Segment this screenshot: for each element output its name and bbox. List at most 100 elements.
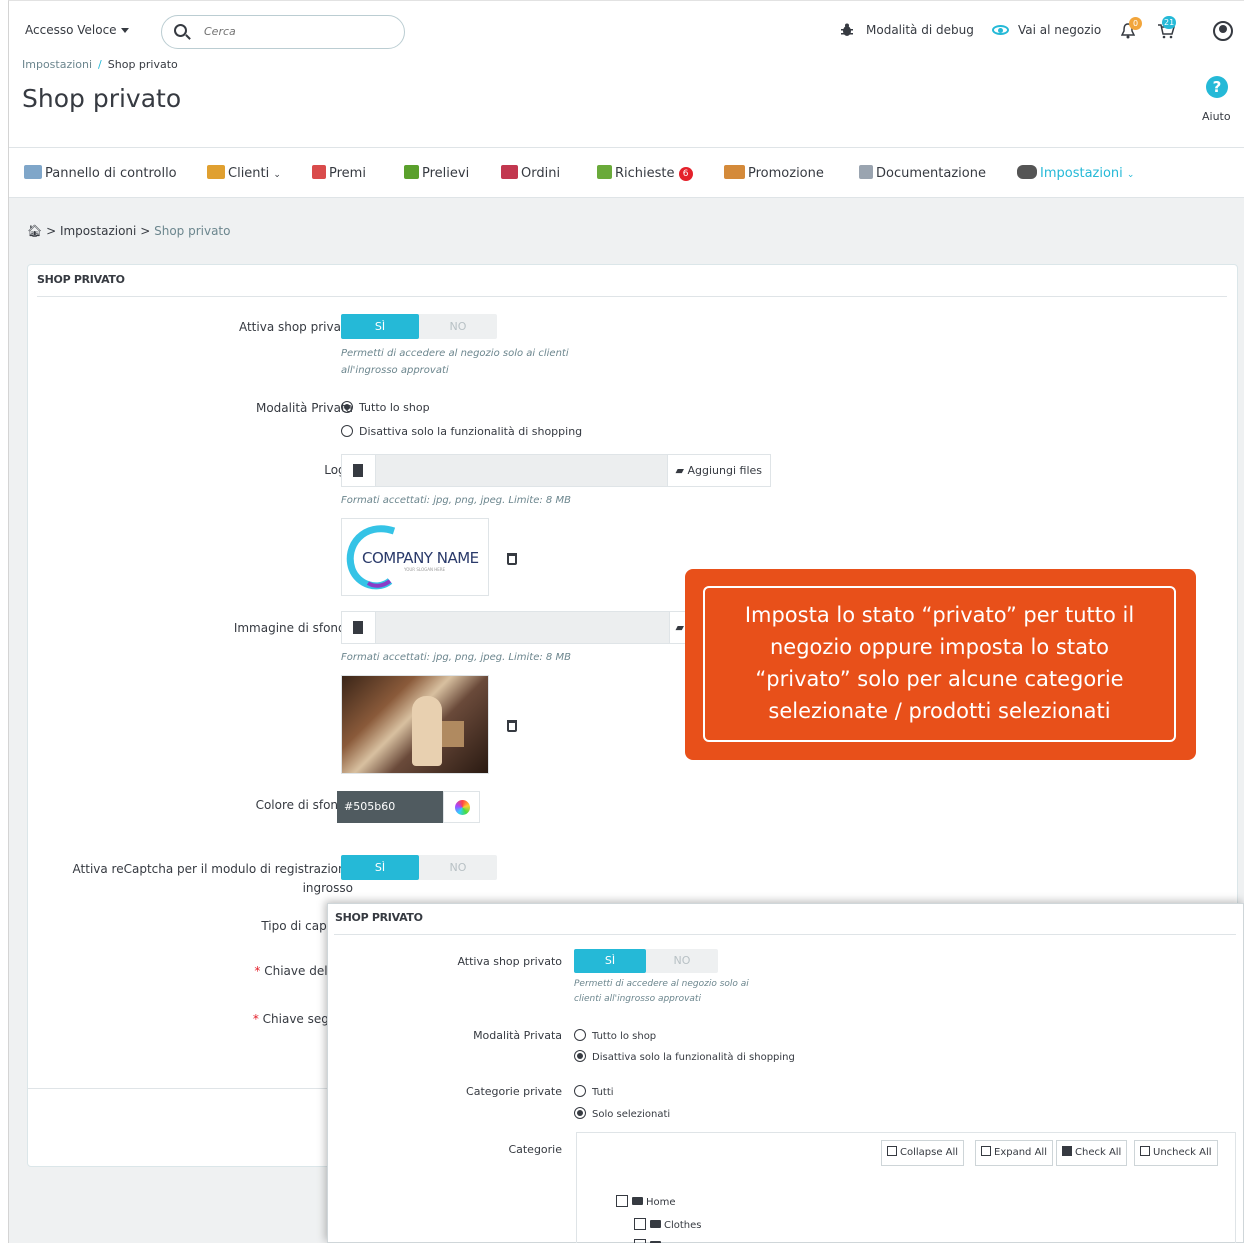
overlay-enable-switch[interactable]: SÌ NO bbox=[574, 949, 718, 973]
overlay-mode-radio-shopping[interactable]: Disattiva solo la funzionalità di shoppi… bbox=[574, 1050, 795, 1063]
expand-all-button[interactable]: Expand All bbox=[975, 1140, 1053, 1166]
top-bar: Accesso Veloce Modalità di debug Vai al … bbox=[9, 1, 1244, 51]
nav-item-settings[interactable]: Impostazioni ⌄ bbox=[1017, 165, 1134, 181]
search-input[interactable] bbox=[204, 25, 384, 38]
switch-yes[interactable]: SÌ bbox=[574, 949, 646, 973]
trash-icon[interactable] bbox=[507, 553, 517, 565]
recaptcha-switch[interactable]: SÌ NO bbox=[341, 855, 497, 880]
overlay-mode-radio-all[interactable]: Tutto lo shop bbox=[574, 1029, 656, 1042]
customers-icon bbox=[207, 165, 225, 179]
breadcrumb-current: Shop privato bbox=[107, 58, 178, 71]
user-account-icon[interactable] bbox=[1213, 21, 1233, 41]
breadcrumb-separator: / bbox=[98, 58, 102, 71]
expand-icon bbox=[981, 1146, 991, 1156]
callout-box: Imposta lo stato “privato” per tutto il … bbox=[685, 569, 1196, 760]
nav-item-requests[interactable]: Richieste 6 bbox=[597, 165, 693, 181]
crumb-current: Shop privato bbox=[154, 224, 231, 238]
eye-icon bbox=[992, 25, 1009, 35]
callout-line: “privato” solo per alcune categorie bbox=[755, 667, 1124, 691]
switch-yes[interactable]: SÌ bbox=[341, 314, 419, 339]
overlay-cat-radio-all[interactable]: Tutti bbox=[574, 1085, 614, 1098]
module-nav: Pannello di controllo Clienti ⌄ Premi Pr… bbox=[9, 148, 1244, 198]
enable-private-switch[interactable]: SÌ NO bbox=[341, 314, 497, 339]
logo-slogan: YOUR SLOGAN HERE bbox=[404, 567, 446, 572]
collapse-icon bbox=[887, 1146, 897, 1156]
notification-badge: 0 bbox=[1129, 17, 1142, 30]
nav-item-documentation[interactable]: Documentazione bbox=[859, 165, 986, 181]
nav-label: Ordini bbox=[521, 166, 561, 181]
switch-yes[interactable]: SÌ bbox=[341, 855, 419, 880]
checkbox[interactable] bbox=[634, 1239, 646, 1243]
quick-access-menu[interactable]: Accesso Veloce bbox=[25, 23, 129, 37]
nav-item-customers[interactable]: Clienti ⌄ bbox=[207, 165, 281, 181]
crumb-settings-link[interactable]: Impostazioni bbox=[60, 224, 136, 238]
tree-node-clothes[interactable]: Clothes bbox=[634, 1218, 702, 1231]
overlay-panel: SHOP PRIVATO Attiva shop privato SÌ NO P… bbox=[327, 903, 1244, 1243]
rewards-icon bbox=[312, 165, 326, 179]
overlay-mode-label: Modalità Privata bbox=[473, 1029, 562, 1042]
hint-line: all'ingrosso approvati bbox=[341, 365, 449, 376]
switch-no[interactable]: NO bbox=[646, 949, 718, 973]
recaptcha-label-line: Attiva reCaptcha per il modulo di regist… bbox=[72, 862, 353, 876]
hint-line: Permetti di accedere al negozio solo ai bbox=[574, 979, 749, 989]
file-icon bbox=[342, 612, 376, 643]
add-files-button[interactable]: ▰ Aggiungi files bbox=[666, 455, 770, 486]
color-picker-button[interactable] bbox=[443, 791, 480, 823]
switch-no[interactable]: NO bbox=[419, 855, 497, 880]
nav-item-rewards[interactable]: Premi bbox=[312, 165, 366, 181]
radio-selected-icon bbox=[341, 401, 353, 413]
recaptcha-label-line: ingrosso bbox=[302, 881, 353, 895]
breadcrumb-parent-link[interactable]: Impostazioni bbox=[22, 58, 92, 71]
nav-item-dashboard[interactable]: Pannello di controllo bbox=[24, 165, 177, 181]
uncheck-all-button[interactable]: Uncheck All bbox=[1134, 1140, 1218, 1166]
radio-selected-icon bbox=[574, 1050, 586, 1062]
nav-label: Richieste bbox=[615, 166, 675, 181]
nav-label: Premi bbox=[329, 166, 366, 181]
bug-icon bbox=[841, 23, 853, 36]
tree-node-partial[interactable] bbox=[634, 1239, 664, 1243]
bg-formats-hint: Formati accettati: jpg, png, jpeg. Limit… bbox=[341, 652, 571, 663]
orders-badge: 21 bbox=[1162, 16, 1177, 29]
folder-open-icon bbox=[632, 1197, 643, 1205]
bg-color-input[interactable]: #505b60 bbox=[337, 791, 443, 823]
folder-icon: ▰ bbox=[675, 464, 684, 477]
bg-image-label: Immagine di sfondo bbox=[233, 621, 353, 635]
nav-item-orders[interactable]: Ordini bbox=[501, 165, 560, 181]
color-wheel-icon bbox=[455, 800, 470, 815]
view-shop-link[interactable]: Vai al negozio bbox=[1018, 23, 1101, 37]
collapse-all-button[interactable]: Collapse All bbox=[881, 1140, 965, 1166]
nav-item-promotion[interactable]: Promozione bbox=[724, 165, 824, 181]
radio-icon bbox=[574, 1029, 586, 1041]
logo-file-input[interactable]: ▰ Aggiungi files bbox=[341, 454, 771, 487]
bg-image-file-input[interactable]: ▰ bbox=[341, 611, 691, 644]
help-label[interactable]: Aiuto bbox=[1202, 110, 1231, 123]
home-icon[interactable]: 🏠︎ bbox=[27, 224, 42, 238]
callout-text: Imposta lo stato “privato” per tutto il … bbox=[703, 586, 1176, 742]
overlay-categories-private-label: Categorie private bbox=[466, 1085, 562, 1098]
checkbox[interactable] bbox=[616, 1195, 628, 1207]
trash-icon[interactable] bbox=[507, 720, 517, 732]
nav-item-withdrawals[interactable]: Prelievi bbox=[404, 165, 469, 181]
tree-node-home[interactable]: Home bbox=[616, 1195, 676, 1208]
checked-icon bbox=[1062, 1146, 1072, 1156]
mode-radio-shopping[interactable]: Disattiva solo la funzionalità di shoppi… bbox=[341, 425, 582, 438]
debug-mode-link[interactable]: Modalità di debug bbox=[866, 23, 974, 37]
radio-label: Disattiva solo la funzionalità di shoppi… bbox=[359, 425, 583, 438]
tree-label: Home bbox=[646, 1197, 676, 1208]
switch-no[interactable]: NO bbox=[419, 314, 497, 339]
mode-radio-all[interactable]: Tutto lo shop bbox=[341, 401, 430, 414]
overlay-cat-radio-selected[interactable]: Solo selezionati bbox=[574, 1107, 670, 1120]
docs-icon bbox=[859, 165, 873, 179]
page-header: Impostazioni / Shop privato Shop privato ?… bbox=[9, 51, 1244, 148]
required-mark: * bbox=[252, 1012, 259, 1026]
checkbox[interactable] bbox=[634, 1218, 646, 1230]
radio-label: Disattiva solo la funzionalità di shoppi… bbox=[592, 1052, 795, 1063]
overlay-categories-label: Categorie bbox=[508, 1143, 562, 1156]
check-all-button[interactable]: Check All bbox=[1056, 1140, 1128, 1166]
requests-badge: 6 bbox=[678, 167, 693, 181]
recaptcha-label: Attiva reCaptcha per il modulo di regist… bbox=[73, 860, 353, 898]
crumb-sep: > bbox=[140, 224, 151, 238]
search-box[interactable] bbox=[161, 15, 405, 49]
crumb-sep: > bbox=[46, 224, 57, 238]
help-icon[interactable]: ? bbox=[1206, 76, 1228, 98]
